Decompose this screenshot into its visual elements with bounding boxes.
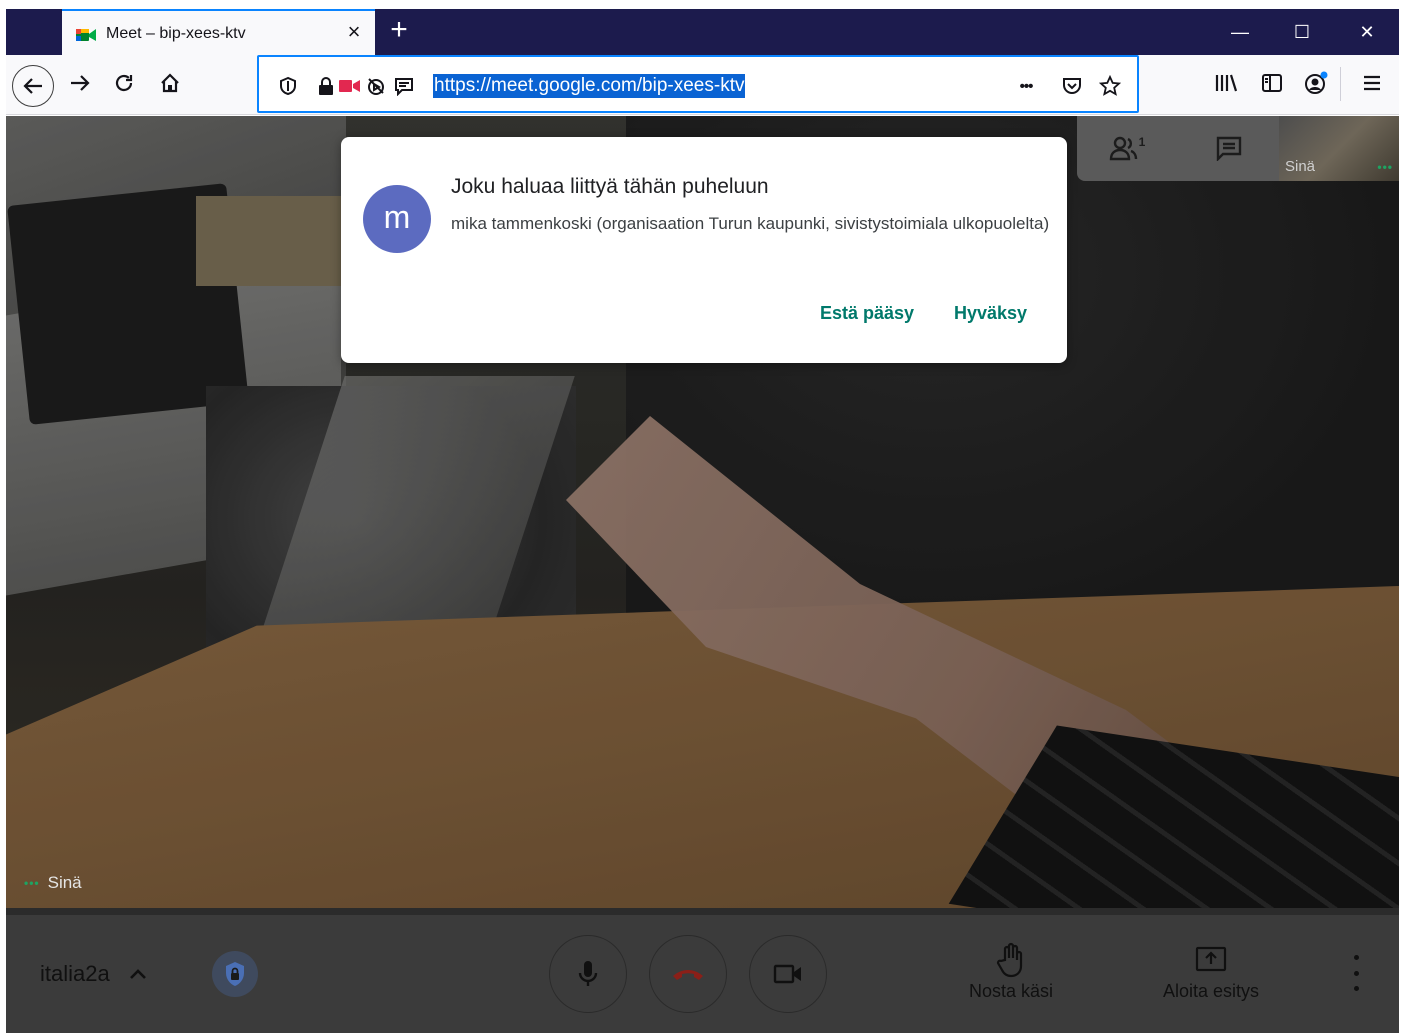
raise-hand-label: Nosta käsi [968,981,1054,1001]
present-button[interactable]: Aloita esitys [1131,939,1291,1002]
requester-avatar: m [363,185,431,253]
forward-button[interactable] [62,65,98,101]
audio-level-indicator: ••• [24,876,40,890]
participants-button[interactable]: 1 [1107,130,1147,166]
shield-lock-icon [226,962,244,986]
back-button[interactable] [12,65,54,107]
page-actions-icon[interactable]: ••• [1015,75,1037,97]
microphone-button[interactable] [549,935,627,1013]
navigation-bar: https://meet.google.com/bip-xees-ktv ••• [6,55,1399,115]
thumbnail-label: Sinä [1285,158,1316,175]
video-camera-icon [773,964,801,984]
sidebar-icon [1262,74,1282,92]
meeting-details-button[interactable]: italia2a [40,961,148,987]
home-icon [161,73,179,93]
autoplay-blocked-icon[interactable] [365,75,387,97]
bottom-bar: italia2a Nosta käsi Aloita esitys [6,915,1399,1033]
hamburger-menu-icon [1364,75,1380,91]
meeting-name: italia2a [40,961,110,986]
reload-button[interactable] [106,65,142,101]
notification-icon[interactable] [393,75,415,97]
hang-up-button[interactable] [649,935,727,1013]
home-button[interactable] [152,65,188,101]
back-arrow-icon [23,78,42,94]
meet-favicon-icon [76,29,96,41]
present-label: Aloita esitys [1162,981,1260,1001]
tab-close-icon[interactable]: × [342,20,366,44]
self-video-label: ••• Sinä [24,873,82,893]
camera-permission-icon[interactable] [339,75,361,97]
new-tab-button[interactable]: + [384,15,414,45]
deny-button[interactable]: Estä pääsy [820,303,914,324]
toolbar-separator [1340,67,1341,101]
raise-hand-icon [996,942,1023,978]
close-window-icon[interactable]: ✕ [1337,9,1397,55]
join-request-dialog: m Joku haluaa liittyä tähän puheluun mik… [341,137,1067,363]
self-name: Sinä [47,873,82,892]
accept-button[interactable]: Hyväksy [954,303,1027,324]
account-icon [1305,71,1328,94]
dialog-title: Joku haluaa liittyä tähän puheluun [451,175,769,198]
dialog-message: mika tammenkoski (organisaation Turun ka… [451,214,1050,233]
microphone-icon [578,961,598,986]
minimize-icon[interactable]: — [1210,9,1270,55]
reload-icon [115,74,133,92]
tab-title: Meet – bip-xees-ktv [106,25,246,42]
pocket-icon[interactable] [1061,75,1083,97]
menu-button[interactable] [1354,65,1390,101]
title-bar: Meet – bip-xees-ktv × + — ☐ ✕ [6,9,1399,57]
self-thumbnail[interactable]: Sinä ••• [1279,116,1399,181]
forward-arrow-icon [71,75,90,91]
top-controls: 1 [1077,116,1279,181]
maximize-icon[interactable]: ☐ [1272,9,1332,55]
lock-icon[interactable] [315,75,337,97]
meet-content: ••• Sinä 1 Sinä ••• m Joku haluaa liitty… [6,116,1399,1033]
bookmark-star-icon[interactable] [1099,75,1121,97]
sidebar-button[interactable] [1254,65,1290,101]
chat-button[interactable] [1209,130,1249,166]
browser-tab[interactable]: Meet – bip-xees-ktv × [62,9,375,57]
url-text[interactable]: https://meet.google.com/bip-xees-ktv [433,74,746,98]
raise-hand-button[interactable]: Nosta käsi [931,939,1091,1002]
url-bar[interactable]: https://meet.google.com/bip-xees-ktv ••• [257,55,1139,113]
tracking-shield-icon[interactable] [277,75,299,97]
thumbnail-audio-indicator: ••• [1377,160,1393,174]
host-controls-button[interactable] [212,951,258,997]
more-dot-icon [1353,955,1359,960]
participants-count: 1 [1138,135,1146,149]
library-button[interactable] [1208,65,1244,101]
people-icon [1109,136,1137,161]
present-screen-icon [1195,946,1227,972]
camera-button[interactable] [749,935,827,1013]
library-icon [1215,74,1238,92]
chevron-up-icon [129,969,146,979]
chat-icon [1216,136,1242,161]
browser-window: Meet – bip-xees-ktv × + — ☐ ✕ https://me… [0,0,1405,1033]
account-button[interactable] [1298,65,1334,101]
hang-up-phone-icon [673,970,703,980]
more-options-button[interactable] [1344,955,1368,991]
